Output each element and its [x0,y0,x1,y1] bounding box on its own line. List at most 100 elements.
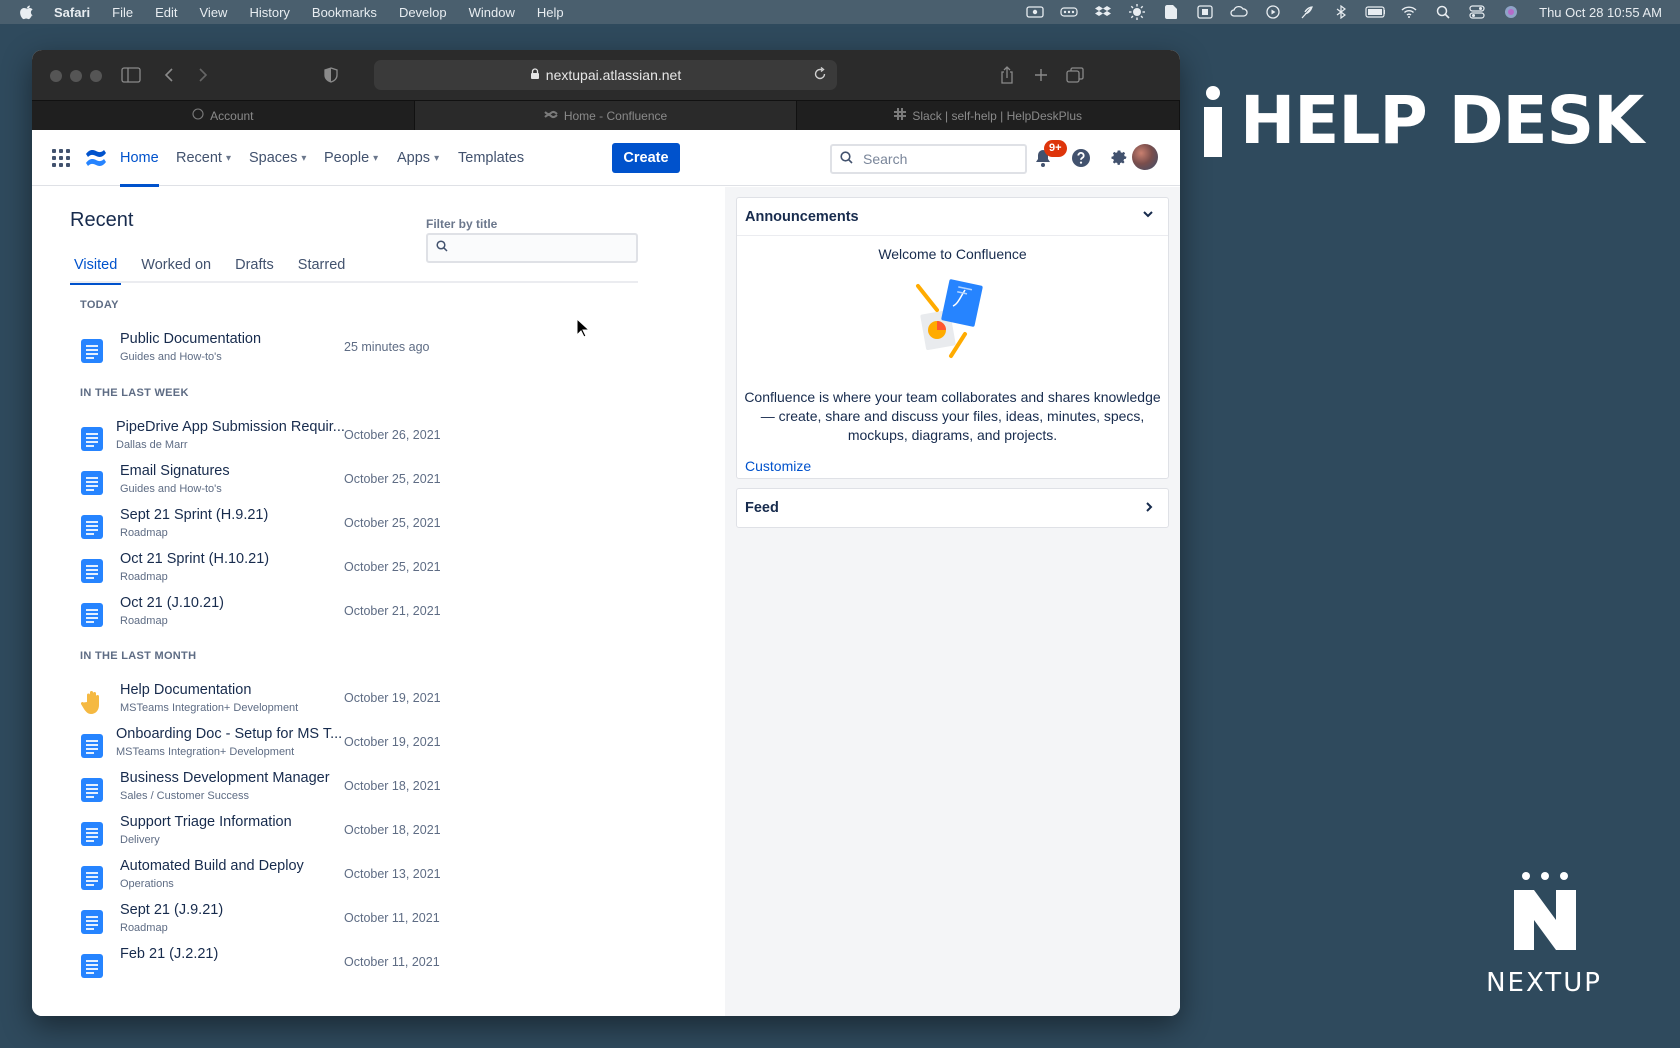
browser-tab-account[interactable]: Account [32,101,415,130]
item-title[interactable]: Sept 21 Sprint (H.9.21) [120,507,268,523]
browser-tab-slack[interactable]: Slack | self-help | HelpDeskPlus [797,101,1180,130]
privacy-shield-icon[interactable] [320,64,342,86]
recent-list-item[interactable]: Feb 21 (J.2.21) October 11, 2021 [72,945,692,985]
share-icon[interactable] [996,64,1018,86]
recent-list-item[interactable]: Support Triage Information Delivery Octobe… [72,813,692,853]
menu-window[interactable]: Window [469,5,515,20]
item-title[interactable]: Sept 21 (J.9.21) [120,902,223,918]
help-icon[interactable] [1069,146,1093,170]
menu-bookmarks[interactable]: Bookmarks [312,5,377,20]
create-button[interactable]: Create [612,143,680,173]
menubar-clock[interactable]: Thu Oct 28 10:55 AM [1539,5,1662,20]
control-center-icon[interactable] [1467,5,1487,19]
item-title[interactable]: Support Triage Information [120,814,292,830]
helpdesk-title: HELP DESK [1240,82,1644,159]
chevron-right-icon[interactable] [1144,501,1154,517]
window-zoom-button[interactable] [90,70,102,82]
confluence-logo-icon[interactable] [84,146,108,170]
browser-tab-confluence[interactable]: Home - Confluence [414,101,798,130]
recent-list-item[interactable]: Business Development Manager Sales / Cust… [72,769,692,809]
menu-history[interactable]: History [249,5,289,20]
item-date: October 11, 2021 [344,911,440,925]
announcements-header[interactable]: Announcements [737,198,1168,236]
user-avatar[interactable] [1132,144,1158,170]
tab-worked-on[interactable]: Worked on [137,257,215,283]
mouse-cursor-icon [576,317,591,343]
window-minimize-button[interactable] [70,70,82,82]
bluetooth-icon[interactable] [1331,5,1351,19]
recent-list-item[interactable]: Public Documentation Guides and How-to's 2… [72,330,692,370]
nav-home[interactable]: Home [120,130,159,187]
dropbox-icon[interactable] [1093,5,1113,19]
recent-list-item[interactable]: Onboarding Doc - Setup for MS T... MSTeam… [72,725,692,765]
item-space: Dallas de Marr [116,439,188,451]
back-arrow-icon[interactable] [158,64,180,86]
cloud-sync-icon[interactable] [1229,5,1249,19]
nav-recent[interactable]: Recent ▾ [176,130,231,186]
recent-list-item[interactable]: Email Signatures Guides and How-to's Octob… [72,462,692,502]
display-icon[interactable] [1195,5,1215,19]
item-title[interactable]: Public Documentation [120,331,261,347]
recent-list-item[interactable]: PipeDrive App Submission Requir... Dallas… [72,418,692,458]
sidebar-toggle-icon[interactable] [120,64,142,86]
more-dots-icon[interactable] [1059,5,1079,19]
item-title[interactable]: Help Documentation [120,682,251,698]
battery-icon[interactable] [1365,5,1386,19]
item-title[interactable]: Business Development Manager [120,770,330,786]
page-icon [80,426,104,452]
item-date: October 19, 2021 [344,735,441,749]
menu-app-safari[interactable]: Safari [54,5,90,20]
feather-icon[interactable] [1297,5,1317,19]
address-bar[interactable]: nextupai.atlassian.net [374,60,837,90]
evernote-icon[interactable] [1161,5,1181,19]
tab-overview-icon[interactable] [1064,64,1086,86]
tab-visited[interactable]: Visited [70,257,122,285]
item-title[interactable]: Email Signatures [120,463,230,479]
item-title[interactable]: Onboarding Doc - Setup for MS T... [116,726,342,742]
page-title: Recent [70,209,134,231]
nav-people[interactable]: People ▾ [324,130,378,186]
menu-file[interactable]: File [112,5,133,20]
nav-templates[interactable]: Templates [458,130,524,186]
feed-panel[interactable]: Feed [736,488,1169,528]
announcements-title: Announcements [745,208,859,225]
app-switcher-grid-icon[interactable] [52,149,70,167]
recent-list-item[interactable]: Sept 21 Sprint (H.9.21) Roadmap October 25… [72,506,692,546]
recent-list-item[interactable]: Help Documentation MSTeams Integration+ D… [72,681,692,721]
item-title[interactable]: Oct 21 (J.10.21) [120,595,224,611]
item-title[interactable]: PipeDrive App Submission Requir... [116,419,345,435]
tab-starred[interactable]: Starred [294,257,350,283]
item-title[interactable]: Oct 21 Sprint (H.10.21) [120,551,269,567]
recent-list-item[interactable]: Sept 21 (J.9.21) Roadmap October 11, 2021 [72,901,692,941]
reload-icon[interactable] [813,66,827,84]
forward-arrow-icon[interactable] [192,64,214,86]
new-tab-icon[interactable] [1030,64,1052,86]
recent-list-item[interactable]: Oct 21 (J.10.21) Roadmap October 21, 2021 [72,594,692,634]
item-title[interactable]: Feb 21 (J.2.21) [120,946,218,962]
brightness-icon[interactable] [1127,4,1147,20]
search-input[interactable]: Search [830,144,1027,174]
customize-link[interactable]: Customize [745,458,811,474]
menu-develop[interactable]: Develop [399,5,447,20]
wifi-icon[interactable] [1399,5,1419,19]
spotlight-search-icon[interactable] [1433,5,1453,19]
item-space: Guides and How-to's [120,351,222,363]
menu-view[interactable]: View [200,5,228,20]
recent-list-item[interactable]: Oct 21 Sprint (H.10.21) Roadmap October 25… [72,550,692,590]
siri-icon[interactable] [1501,5,1521,19]
recent-list-item[interactable]: Automated Build and Deploy Operations Octo… [72,857,692,897]
nav-spaces[interactable]: Spaces ▾ [249,130,306,186]
apple-icon[interactable] [20,5,38,19]
chevron-down-icon[interactable] [1142,208,1154,224]
menu-edit[interactable]: Edit [155,5,177,20]
item-title[interactable]: Automated Build and Deploy [120,858,304,874]
menubar-status-area: Thu Oct 28 10:55 AM [1025,0,1680,24]
settings-gear-icon[interactable] [1107,146,1131,170]
section-heading: IN THE LAST WEEK [80,387,189,399]
window-close-button[interactable] [50,70,62,82]
play-icon[interactable] [1263,5,1283,19]
tab-drafts[interactable]: Drafts [231,257,278,283]
nav-apps[interactable]: Apps ▾ [397,130,439,186]
screen-record-icon[interactable] [1025,5,1045,19]
menu-help[interactable]: Help [537,5,564,20]
